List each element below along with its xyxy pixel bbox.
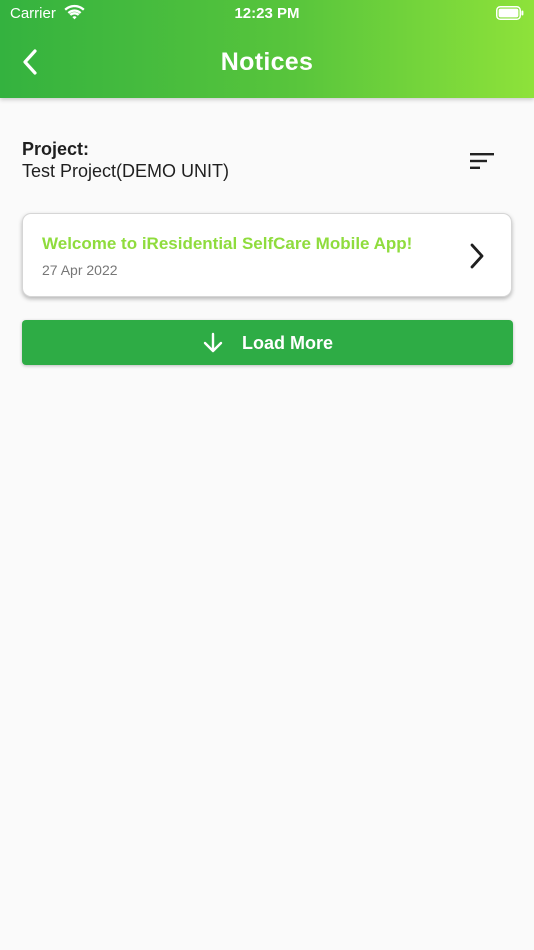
clock: 12:23 PM: [234, 5, 300, 22]
app-header: Carrier 12:23 PM Notices: [0, 0, 534, 98]
notice-title: Welcome to iResidential SelfCare Mobile …: [42, 234, 413, 253]
chevron-right-icon: [470, 243, 484, 269]
project-value: Test Project(DEMO UNIT): [22, 161, 230, 181]
load-more-label: Load More: [241, 332, 333, 353]
sort-button[interactable]: [464, 146, 500, 176]
project-label: Project:: [22, 139, 90, 159]
notice-card[interactable]: Welcome to iResidential SelfCare Mobile …: [22, 213, 512, 297]
notice-date: 27 Apr 2022: [42, 262, 118, 278]
load-more-button[interactable]: Load More: [22, 320, 513, 365]
page-title: Notices: [220, 48, 314, 76]
arrow-down-icon: [203, 332, 223, 352]
sort-icon: [470, 153, 494, 169]
battery-icon: [496, 6, 524, 20]
status-bar: Carrier 12:23 PM: [0, 0, 534, 28]
